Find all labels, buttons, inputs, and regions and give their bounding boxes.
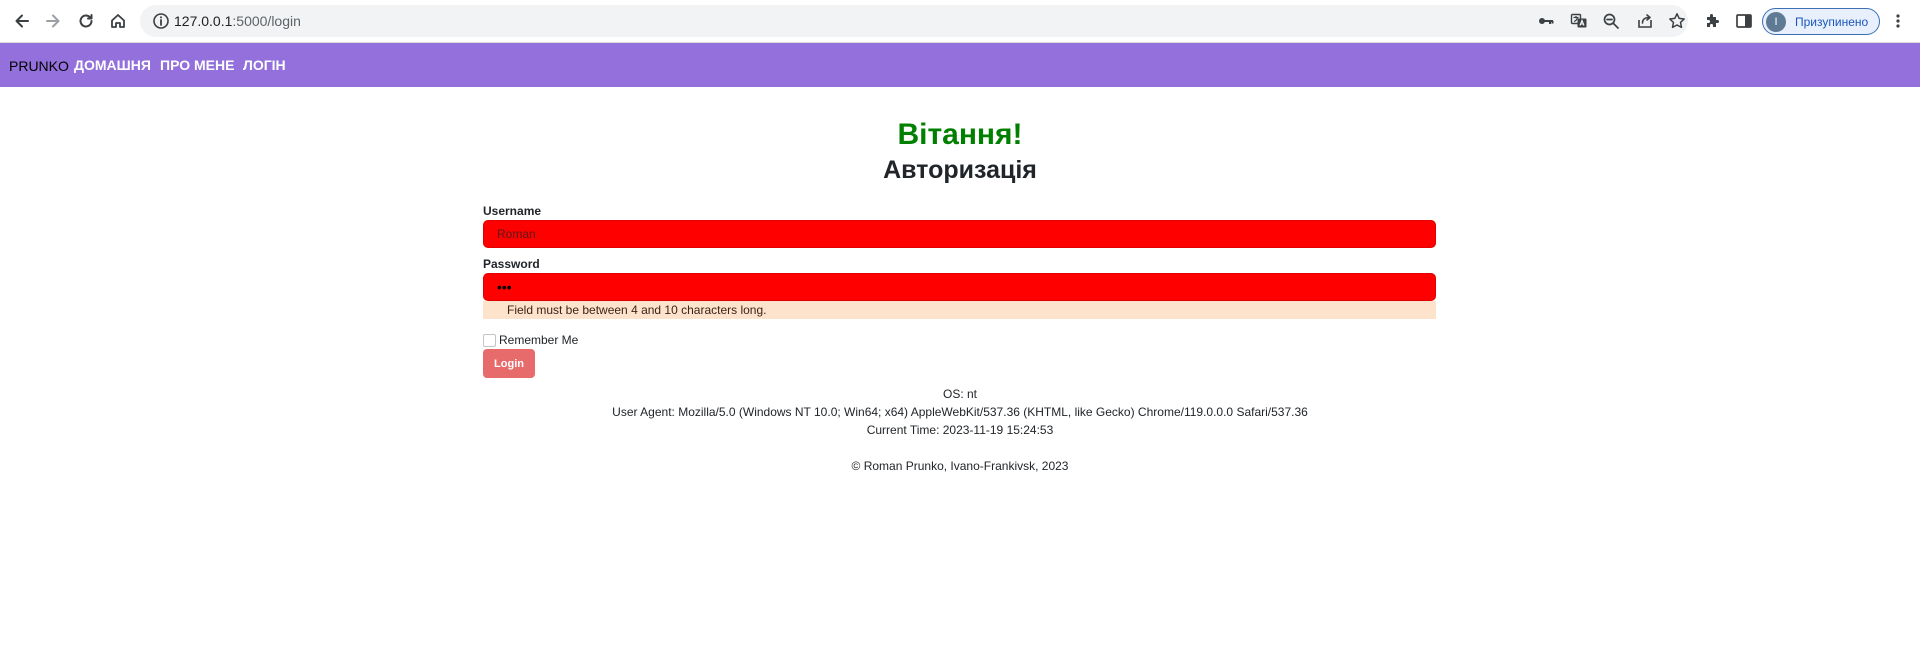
- error-alert: Field must be between 4 and 10 character…: [483, 301, 1436, 319]
- nav-link-login[interactable]: ЛОГІН: [243, 57, 286, 73]
- star-icon: [1669, 13, 1685, 29]
- username-field[interactable]: Roman: [483, 220, 1436, 248]
- os-info: OS: nt: [942, 387, 977, 401]
- arrow-left-icon: [15, 14, 29, 28]
- url-path: :5000/login: [232, 13, 301, 29]
- greeting-heading: Вітання!: [897, 118, 1023, 151]
- zoom-button[interactable]: [1601, 11, 1621, 31]
- browser-toolbar: 127.0.0.1:5000/login I Призупинено: [0, 0, 1920, 43]
- side-panel-icon: [1736, 14, 1752, 28]
- arrow-right-icon: [46, 14, 60, 28]
- login-button[interactable]: Login: [483, 349, 535, 378]
- zoom-out-icon: [1603, 13, 1619, 29]
- more-vert-icon: [1896, 14, 1900, 28]
- profile-status: Призупинено: [1795, 14, 1869, 29]
- extensions-button[interactable]: [1703, 11, 1723, 31]
- user-agent-info: User Agent: Mozilla/5.0 (Windows NT 10.0…: [612, 405, 1308, 419]
- username-value: Roman: [497, 227, 536, 241]
- share-button[interactable]: [1635, 11, 1655, 31]
- menu-button[interactable]: [1888, 11, 1908, 31]
- avatar: I: [1766, 11, 1786, 32]
- translate-button[interactable]: [1569, 11, 1589, 31]
- side-panel-button[interactable]: [1734, 11, 1754, 31]
- remember-me-label[interactable]: Remember Me: [499, 333, 578, 347]
- footer-copyright: © Roman Prunko, Ivano-Frankivsk, 2023: [851, 459, 1069, 473]
- nav-link-home[interactable]: ДОМАШНЯ: [74, 57, 151, 73]
- translate-icon: [1570, 13, 1587, 28]
- page-title: Авторизація: [883, 156, 1037, 184]
- brand-link[interactable]: PRUNKO: [9, 58, 69, 74]
- share-icon: [1638, 14, 1652, 28]
- error-message: Field must be between 4 and 10 character…: [507, 303, 767, 317]
- address-bar[interactable]: 127.0.0.1:5000/login: [140, 5, 1688, 37]
- puzzle-icon: [1707, 14, 1719, 27]
- password-label: Password: [483, 257, 540, 271]
- key-icon: [1539, 18, 1554, 24]
- reload-icon: [79, 14, 93, 28]
- password-field[interactable]: •••: [483, 273, 1436, 301]
- back-button[interactable]: [8, 7, 36, 35]
- nav-link-about[interactable]: ПРО МЕНЕ: [160, 57, 234, 73]
- username-label: Username: [483, 204, 542, 218]
- remember-me-checkbox[interactable]: [483, 334, 496, 347]
- reload-button[interactable]: [72, 7, 100, 35]
- password-value: •••: [497, 279, 512, 295]
- home-icon: [111, 14, 125, 28]
- profile-chip[interactable]: I Призупинено: [1762, 8, 1880, 35]
- forward-button[interactable]: [39, 7, 67, 35]
- site-navbar: PRUNKO ДОМАШНЯ ПРО МЕНЕ ЛОГІН: [0, 43, 1920, 87]
- current-time-info: Current Time: 2023-11-19 15:24:53: [866, 423, 1054, 437]
- bookmark-button[interactable]: [1667, 11, 1687, 31]
- home-button[interactable]: [104, 7, 132, 35]
- url-text[interactable]: 127.0.0.1:5000/login: [174, 13, 301, 29]
- password-key-button[interactable]: [1536, 11, 1556, 31]
- info-icon[interactable]: [152, 12, 170, 30]
- url-host: 127.0.0.1: [174, 13, 233, 29]
